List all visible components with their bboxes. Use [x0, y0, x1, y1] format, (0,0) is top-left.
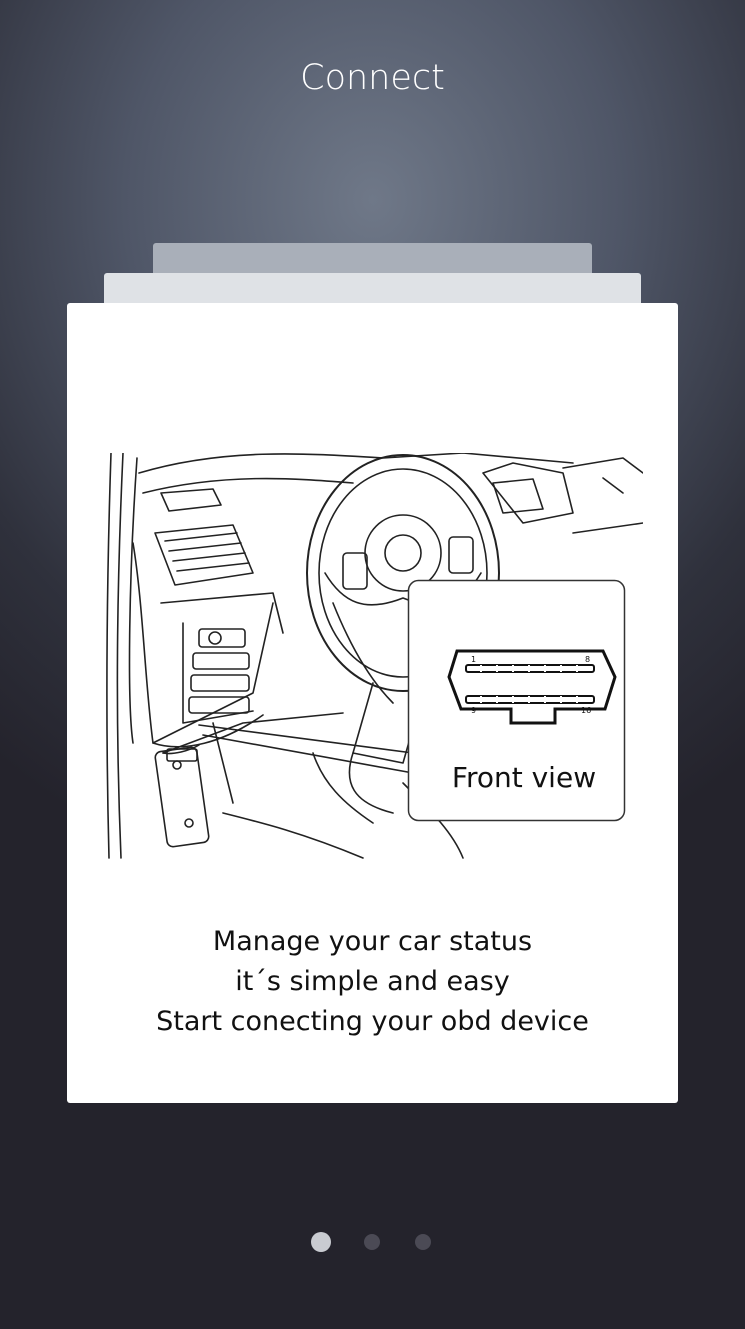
- pin-label-9: 9: [471, 706, 476, 715]
- pin-label-1: 1: [471, 655, 476, 664]
- page-indicator: [0, 1232, 745, 1254]
- pin-label-16: 16: [581, 706, 591, 715]
- pin-label-8: 8: [585, 655, 590, 664]
- page-dot-2[interactable]: [364, 1234, 380, 1250]
- page-title: Connect: [300, 58, 445, 98]
- description-line-3: Start conecting your obd device: [156, 1006, 589, 1037]
- onboarding-card[interactable]: 1 8 9 16 Front view Manage your car stat…: [67, 303, 678, 1103]
- front-view-label: Front view: [451, 761, 597, 794]
- description-line-1: Manage your car status: [212, 926, 533, 957]
- description-line-2: it´s simple and easy: [235, 966, 510, 997]
- page-dot-3[interactable]: [415, 1234, 431, 1250]
- page-dot-1[interactable]: [311, 1232, 331, 1252]
